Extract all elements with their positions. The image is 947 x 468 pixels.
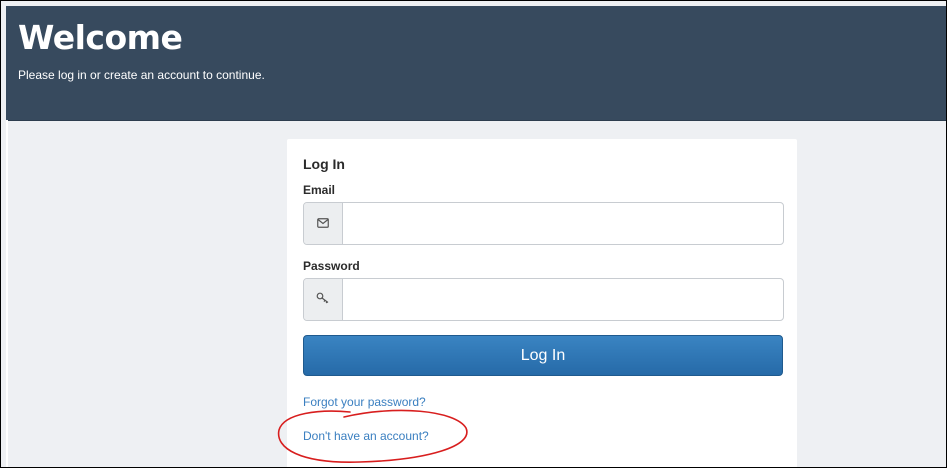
create-account-link[interactable]: Don't have an account? <box>303 429 429 443</box>
forgot-password-link[interactable]: Forgot your password? <box>303 395 426 409</box>
email-field[interactable] <box>343 203 783 242</box>
login-card-title: Log In <box>303 156 345 172</box>
left-divider <box>6 120 8 467</box>
email-label: Email <box>303 183 336 197</box>
log-in-button[interactable]: Log In <box>303 335 783 376</box>
page-header: Welcome Please log in or create an accou… <box>6 6 946 121</box>
key-icon <box>316 291 330 309</box>
page-frame: Welcome Please log in or create an accou… <box>0 0 947 468</box>
password-addon <box>304 279 343 320</box>
password-label: Password <box>303 259 360 273</box>
envelope-icon <box>317 215 329 233</box>
login-card: Log In Email Password Log In Forgot your… <box>287 139 797 467</box>
password-input-group <box>303 278 784 321</box>
page-subtitle: Please log in or create an account to co… <box>18 68 265 82</box>
email-addon <box>304 203 343 244</box>
email-input-group <box>303 202 784 245</box>
page-title: Welcome <box>18 18 183 57</box>
password-field[interactable] <box>343 279 783 318</box>
